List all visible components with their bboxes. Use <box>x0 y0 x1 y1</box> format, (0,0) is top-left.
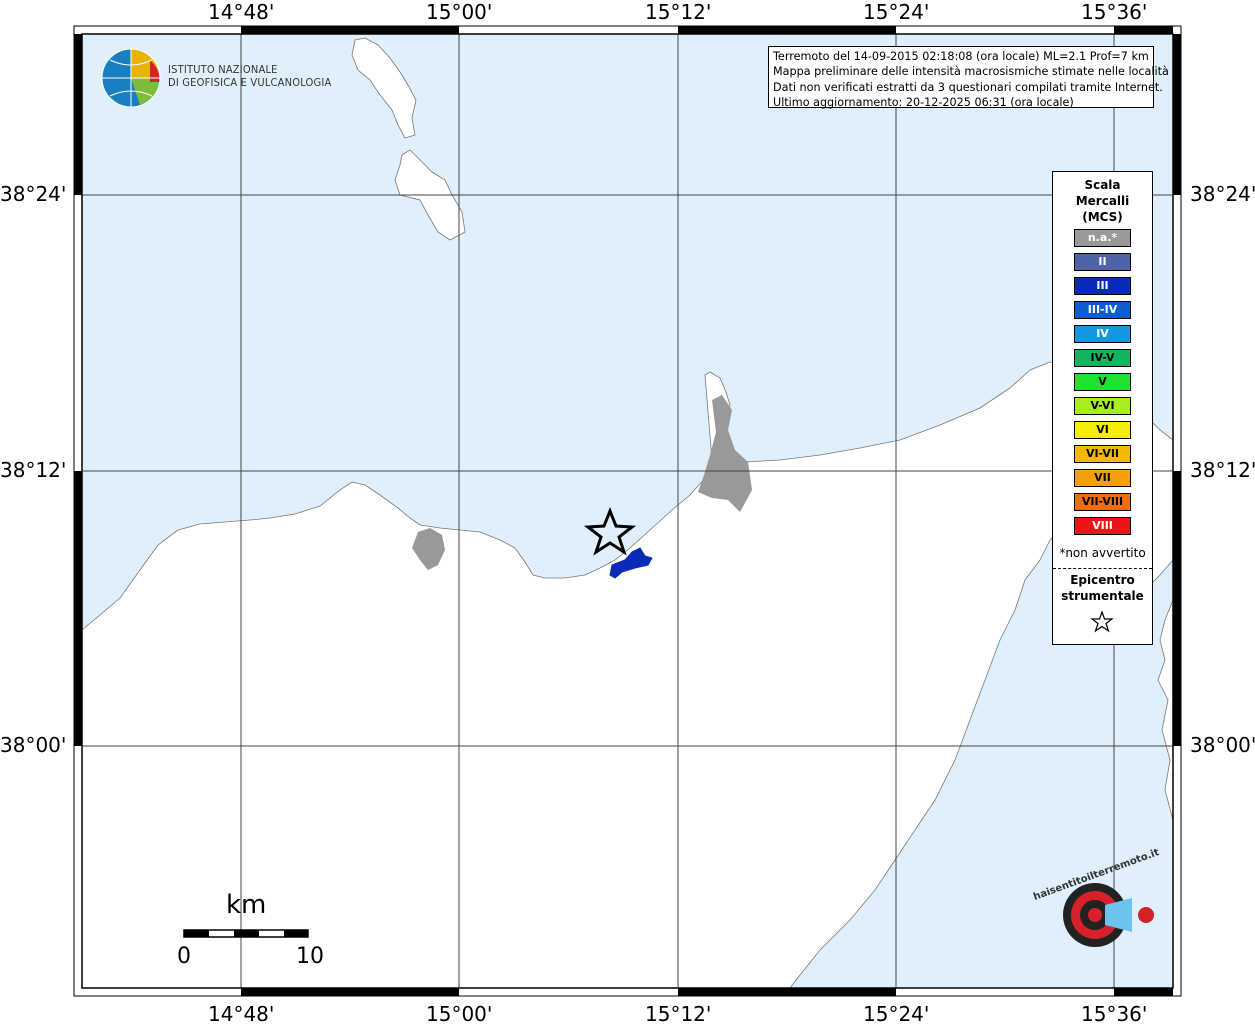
legend-swatch-vii: VII <box>1074 469 1131 487</box>
lon-label-top-1: 14°48' <box>208 0 275 24</box>
lon-label-bottom-2: 15°00' <box>426 1002 493 1026</box>
epicenter-legend-star-icon <box>1090 610 1114 633</box>
scale-end-label: 10 <box>296 944 324 969</box>
mcs-legend: Scala Mercalli (MCS) n.a.* II III III-IV IV I… <box>1052 171 1153 645</box>
scale-start-label: 0 <box>177 944 191 969</box>
legend-swatch-iv: IV <box>1074 325 1131 343</box>
scale-bar <box>183 929 309 938</box>
legend-swatch-viii: VIII <box>1074 517 1131 535</box>
scale-unit-label: km <box>226 890 267 920</box>
institute-line-2: DI GEOFISICA E VULCANOLOGIA <box>168 76 332 89</box>
lon-label-top-3: 15°12' <box>645 0 712 24</box>
legend-swatch-iii-iv: III-IV <box>1074 301 1131 319</box>
legend-swatch-n-a: n.a.* <box>1074 229 1131 247</box>
legend-separator <box>1053 568 1152 569</box>
lon-label-bottom-4: 15°24' <box>863 1002 930 1026</box>
epicenter-legend-line-1: Epicentro <box>1070 573 1135 587</box>
info-line-4: Ultimo aggiornamento: 20-12-2025 06:31 (… <box>773 95 1074 109</box>
info-line-3: Dati non verificati estratti da 3 questi… <box>773 80 1163 94</box>
legend-swatch-iii: III <box>1074 277 1131 295</box>
lat-label-right-2: 38°12' <box>1190 458 1255 482</box>
legend-title-line-3: (MCS) <box>1082 210 1123 224</box>
earthquake-info-box: Terremoto del 14-09-2015 02:18:08 (ora l… <box>768 46 1169 109</box>
legend-note: *non avvertito <box>1059 546 1146 560</box>
legend-swatch-vi: VI <box>1074 421 1131 439</box>
lon-label-top-5: 15°36' <box>1081 0 1148 24</box>
legend-title-line-1: Scala <box>1084 178 1121 192</box>
institute-line-1: ISTITUTO NAZIONALE <box>168 63 278 76</box>
lat-label-right-1: 38°24' <box>1190 182 1255 206</box>
info-line-1: Terremoto del 14-09-2015 02:18:08 (ora l… <box>773 50 1149 63</box>
legend-swatch-vii-viii: VII-VIII <box>1074 493 1131 511</box>
legend-title-line-2: Mercalli <box>1075 194 1130 208</box>
lon-label-bottom-3: 15°12' <box>645 1002 712 1026</box>
lon-label-bottom-5: 15°36' <box>1081 1002 1148 1026</box>
legend-swatch-ii: II <box>1074 253 1131 271</box>
legend-swatch-v-vi: V-VI <box>1074 397 1131 415</box>
epicenter-legend-title: Epicentro strumentale <box>1053 572 1152 604</box>
legend-swatch-iv-v: IV-V <box>1074 349 1131 367</box>
lat-label-left-3: 38°00' <box>0 733 67 757</box>
lon-label-top-2: 15°00' <box>426 0 493 24</box>
info-line-2: Mappa preliminare delle intensità macros… <box>773 65 1169 79</box>
lon-label-bottom-1: 14°48' <box>208 1002 275 1026</box>
legend-title: Scala Mercalli (MCS) <box>1053 177 1152 225</box>
epicenter-legend-line-2: strumentale <box>1061 589 1144 603</box>
legend-swatch-v: V <box>1074 373 1131 391</box>
lat-label-left-1: 38°24' <box>0 182 67 206</box>
ingv-logo-icon <box>101 48 161 108</box>
lat-label-right-3: 38°00' <box>1190 733 1255 757</box>
lat-label-left-2: 38°12' <box>0 458 67 482</box>
institute-name: ISTITUTO NAZIONALE DI GEOFISICA E VULCAN… <box>168 63 331 89</box>
lon-label-top-4: 15°24' <box>863 0 930 24</box>
legend-swatch-vi-vii: VI-VII <box>1074 445 1131 463</box>
